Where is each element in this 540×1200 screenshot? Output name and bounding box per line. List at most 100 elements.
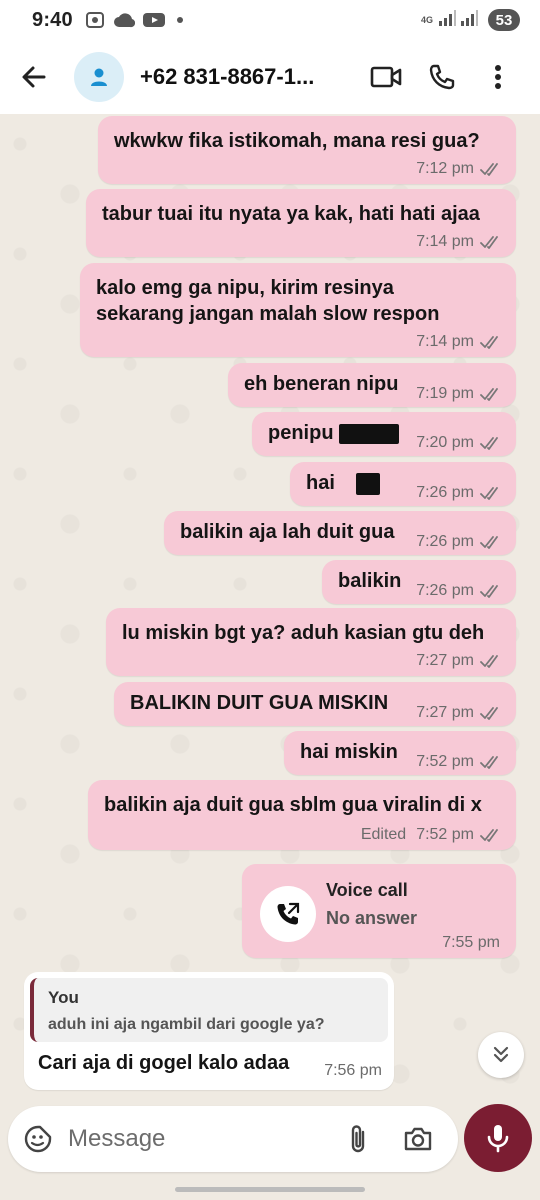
message-time: 7:20 pm	[416, 434, 474, 451]
chat-header: +62 831-8867-1...	[0, 40, 540, 114]
message-time: 7:19 pm	[416, 385, 474, 402]
outgoing-message[interactable]: balikin 7:26 pm	[322, 560, 516, 604]
message-meta: 7:52 pm	[416, 753, 502, 771]
quote-text: aduh ini aja ngambil dari google ya?	[48, 1016, 325, 1033]
message-text: balikin	[338, 570, 402, 592]
status-bar: 9:40 4G 53	[0, 0, 540, 40]
message-time: 7:14 pm	[416, 233, 474, 250]
voice-call-button[interactable]	[414, 40, 470, 114]
message-meta: 7:26 pm	[416, 533, 502, 551]
double-check-icon	[480, 336, 498, 349]
quote-author: You	[48, 988, 79, 1007]
message-time: 7:12 pm	[416, 160, 474, 177]
cloud-icon	[113, 12, 135, 28]
double-check-icon	[480, 829, 498, 842]
double-check-icon	[480, 707, 498, 720]
camera-button[interactable]	[388, 1106, 448, 1172]
contact-name[interactable]: +62 831-8867-1...	[140, 64, 344, 90]
back-button[interactable]	[4, 40, 64, 114]
quoted-message[interactable]: You aduh ini aja ngambil dari google ya?	[30, 978, 388, 1042]
outgoing-message[interactable]: wkwkw fika istikomah, mana resi gua? 7:1…	[98, 116, 516, 184]
outgoing-message[interactable]: balikin aja lah duit gua 7:26 pm	[164, 511, 516, 555]
message-meta: 7:12 pm	[416, 160, 502, 178]
outgoing-message[interactable]: hai miskin 7:52 pm	[284, 731, 516, 775]
message-meta: 7:27 pm	[416, 652, 502, 670]
chat-area[interactable]: wkwkw fika istikomah, mana resi gua? 7:1…	[0, 114, 540, 1100]
sticker-button[interactable]	[8, 1106, 68, 1172]
paperclip-icon	[351, 1125, 365, 1153]
call-time: 7:55 pm	[442, 934, 500, 951]
video-call-icon	[370, 66, 402, 88]
message-meta: 7:27 pm	[416, 704, 502, 722]
double-check-icon	[480, 487, 498, 500]
double-check-icon	[480, 163, 498, 176]
message-text: hai miskin	[300, 741, 398, 763]
message-composer	[8, 1106, 458, 1172]
double-check-icon	[480, 437, 498, 450]
redaction-mark	[356, 472, 381, 495]
message-text-visible: hai	[306, 472, 335, 494]
voice-message-button[interactable]	[464, 1104, 532, 1172]
incoming-message[interactable]: You aduh ini aja ngambil dari google ya?…	[24, 972, 394, 1090]
message-time: 7:26 pm	[416, 582, 474, 599]
message-text: balikin aja lah duit gua	[180, 521, 395, 543]
person-icon	[91, 68, 107, 86]
message-meta: 7:14 pm	[416, 233, 502, 251]
double-check-icon	[480, 236, 498, 249]
phone-icon	[429, 64, 455, 90]
message-meta: 7:26 pm	[416, 582, 502, 600]
message-time: 7:14 pm	[416, 333, 474, 350]
message-text: eh beneran nipu	[244, 373, 399, 395]
outgoing-message[interactable]: hai 7:26 pm	[290, 462, 516, 506]
message-time: 7:52 pm	[416, 826, 474, 843]
message-meta: 7:26 pm	[416, 484, 502, 502]
attach-button[interactable]	[328, 1106, 388, 1172]
outgoing-message[interactable]: penipu 7:20 pm	[252, 412, 516, 456]
gesture-home-bar[interactable]	[175, 1187, 365, 1192]
outgoing-message[interactable]: eh beneran nipu 7:19 pm	[228, 363, 516, 407]
more-vert-icon	[495, 65, 501, 89]
message-input[interactable]	[68, 1119, 328, 1159]
message-meta: 7:14 pm	[416, 333, 502, 351]
network-type-label: 4G	[420, 14, 433, 25]
more-notifications-dot	[176, 17, 183, 23]
message-time: 7:27 pm	[416, 704, 474, 721]
message-time: 7:27 pm	[416, 652, 474, 669]
message-time: 7:26 pm	[416, 533, 474, 550]
screenshot-icon	[85, 11, 105, 29]
message-time: 7:56 pm	[324, 1062, 382, 1079]
outgoing-message[interactable]: BALIKIN DUIT GUA MISKIN 7:27 pm	[114, 682, 516, 726]
double-chevron-down-icon	[493, 1046, 509, 1063]
message-text: Cari aja di gogel kalo adaa	[38, 1052, 290, 1074]
message-time: 7:52 pm	[416, 753, 474, 770]
voice-call-bubble[interactable]: Voice call No answer 7:55 pm	[242, 864, 516, 958]
outgoing-message[interactable]: balikin aja duit gua sblm gua viralin di…	[88, 780, 516, 850]
double-check-icon	[480, 585, 498, 598]
call-icon-circle	[260, 886, 316, 942]
scroll-to-bottom-button[interactable]	[478, 1032, 524, 1078]
status-time: 9:40	[32, 8, 73, 31]
message-meta: 7:20 pm	[416, 434, 502, 452]
outgoing-message[interactable]: tabur tuai itu nyata ya kak, hati hati a…	[86, 189, 516, 257]
message-text-line2: sekarang jangan malah slow respon	[96, 303, 440, 325]
microphone-icon	[487, 1125, 509, 1153]
outgoing-message[interactable]: lu miskin bgt ya? aduh kasian gtu deh 7:…	[106, 608, 516, 676]
camera-icon	[404, 1127, 432, 1151]
more-options-button[interactable]	[470, 40, 526, 114]
outgoing-call-icon	[277, 902, 300, 925]
message-text: penipu	[268, 420, 400, 447]
message-text: lu miskin bgt ya? aduh kasian gtu deh	[122, 622, 485, 644]
signal-2-icon	[460, 9, 478, 31]
message-text-line1: kalo emg ga nipu, kirim resinya	[96, 277, 394, 299]
call-status: No answer	[326, 908, 418, 928]
video-call-button[interactable]	[358, 40, 414, 114]
double-check-icon	[480, 655, 498, 668]
youtube-icon	[142, 12, 165, 28]
notification-icons	[85, 11, 183, 29]
double-check-icon	[480, 756, 498, 769]
outgoing-message[interactable]: kalo emg ga nipu, kirim resinya sekarang…	[80, 263, 516, 357]
double-check-icon	[480, 388, 498, 401]
avatar[interactable]	[74, 52, 124, 102]
message-text: hai	[306, 470, 381, 497]
edited-label: Edited	[360, 826, 407, 843]
